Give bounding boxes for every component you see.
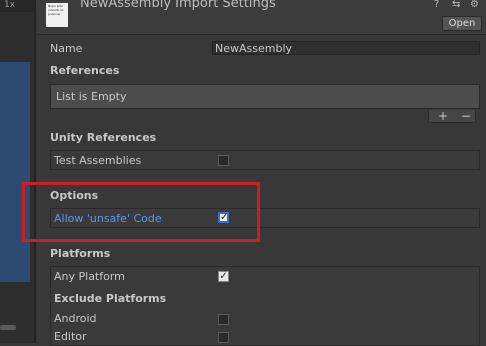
highlight-box (22, 182, 260, 242)
test-assemblies-checkbox[interactable] (218, 155, 229, 166)
asset-thumbnail: Nopo polo orlando ut pulvinar (46, 3, 68, 27)
exclude-editor-label: Editor (54, 330, 87, 343)
exclude-android-checkbox[interactable] (218, 314, 229, 325)
unity-references-heading: Unity References (50, 131, 157, 144)
platforms-heading: Platforms (50, 247, 111, 260)
help-icon[interactable]: ? (434, 0, 444, 10)
name-field[interactable]: NewAssembly (212, 41, 480, 55)
exclude-platforms-heading: Exclude Platforms (54, 292, 167, 305)
gear-icon[interactable]: ⚙ (470, 0, 480, 10)
add-reference-button[interactable]: + (438, 110, 448, 123)
left-panel-scrollbar[interactable] (0, 325, 16, 330)
open-button[interactable]: Open (442, 16, 482, 31)
test-assemblies-label: Test Assemblies (54, 154, 142, 167)
preset-icon[interactable]: ⇆ (452, 0, 462, 10)
remove-reference-button[interactable]: − (461, 110, 471, 123)
exclude-editor-checkbox[interactable] (218, 332, 229, 343)
references-heading: References (50, 64, 120, 77)
exclude-android-label: Android (54, 312, 97, 325)
asset-thumbnail-text: Nopo polo orlando ut pulvinar (48, 4, 64, 16)
any-platform-label: Any Platform (54, 270, 125, 283)
inspector-title: NewAssembly Import Settings (80, 0, 276, 11)
panel-divider[interactable] (34, 0, 36, 343)
any-platform-checkbox[interactable]: ✓ (218, 271, 229, 282)
left-panel: 1x (0, 0, 38, 343)
left-panel-preview (0, 62, 30, 282)
name-label: Name (50, 42, 83, 55)
references-empty-text: List is Empty (56, 90, 127, 103)
left-panel-tab[interactable]: 1x (0, 0, 38, 12)
